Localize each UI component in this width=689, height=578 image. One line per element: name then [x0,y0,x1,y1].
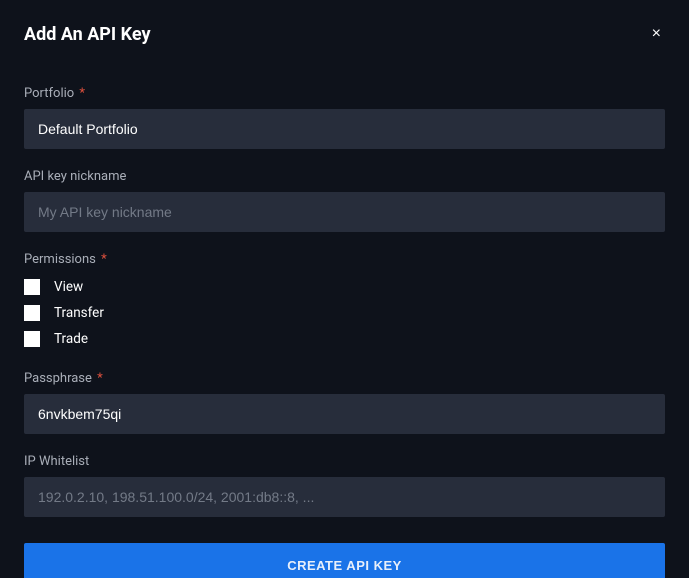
modal-title: Add An API Key [24,24,151,45]
permission-trade-row[interactable]: Trade [24,331,665,347]
portfolio-label: Portfolio * [24,86,665,101]
modal-header: Add An API Key × [24,22,665,46]
checkbox-icon [24,305,40,321]
ip-whitelist-field: IP Whitelist [24,454,665,517]
required-indicator: * [79,86,85,101]
permissions-label: Permissions * [24,252,665,267]
passphrase-field: Passphrase * [24,371,665,434]
portfolio-selected-value: Default Portfolio [38,121,138,137]
permission-view-row[interactable]: View [24,279,665,295]
passphrase-label-text: Passphrase [24,371,92,386]
portfolio-label-text: Portfolio [24,86,74,101]
checkbox-icon [24,331,40,347]
permissions-label-text: Permissions [24,252,96,267]
permission-transfer-label: Transfer [54,305,104,321]
permission-trade-label: Trade [54,331,88,347]
permission-view-label: View [54,279,83,295]
portfolio-select[interactable]: Default Portfolio [24,109,665,149]
required-indicator: * [97,371,103,386]
passphrase-label: Passphrase * [24,371,665,386]
nickname-field: API key nickname [24,169,665,232]
permissions-field: Permissions * View Transfer Trade [24,252,665,347]
add-api-key-modal: Add An API Key × Portfolio * Default Por… [0,0,689,578]
close-button[interactable]: × [648,22,665,46]
close-icon: × [652,25,661,42]
passphrase-input[interactable] [24,394,665,434]
create-api-key-button[interactable]: CREATE API KEY [24,543,665,578]
ip-whitelist-label: IP Whitelist [24,454,665,469]
checkbox-icon [24,279,40,295]
portfolio-field: Portfolio * Default Portfolio [24,86,665,149]
nickname-input[interactable] [24,192,665,232]
required-indicator: * [101,252,107,267]
nickname-label: API key nickname [24,169,665,184]
permission-transfer-row[interactable]: Transfer [24,305,665,321]
ip-whitelist-input[interactable] [24,477,665,517]
